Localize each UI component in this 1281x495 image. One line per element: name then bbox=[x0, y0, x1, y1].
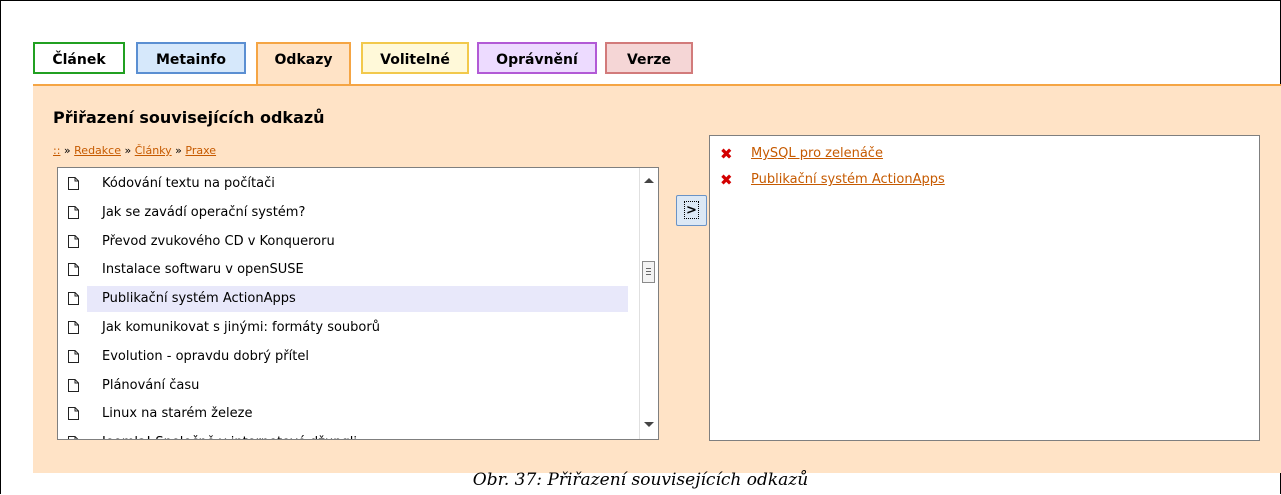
add-link-button[interactable]: > bbox=[676, 195, 707, 226]
breadcrumb-link-redakce[interactable]: Redakce bbox=[74, 144, 121, 157]
breadcrumb-separator: » bbox=[124, 144, 132, 157]
scroll-thumb[interactable] bbox=[642, 261, 655, 283]
scroll-up-arrow-icon[interactable] bbox=[644, 178, 654, 183]
tab-opravneni[interactable]: Oprávnění bbox=[477, 42, 597, 74]
figure-caption: Obr. 37: Přiřazení souvisejících odkazů bbox=[472, 470, 809, 490]
document-icon bbox=[68, 205, 79, 219]
tab-metainfo[interactable]: Metainfo bbox=[136, 42, 246, 74]
list-item-label: Instalace softwaru v openSUSE bbox=[102, 262, 304, 278]
breadcrumb: :: » Redakce » Články » Praxe bbox=[53, 144, 216, 157]
scroll-down-arrow-icon[interactable] bbox=[644, 422, 654, 427]
breadcrumb-root-link[interactable]: :: bbox=[53, 144, 60, 157]
tab-odkazy[interactable]: Odkazy bbox=[256, 42, 351, 84]
list-item-label: Joomla! Společně v internetové džungli bbox=[102, 435, 357, 439]
document-icon bbox=[68, 177, 79, 190]
remove-icon[interactable]: ✖ bbox=[720, 145, 733, 163]
list-item[interactable]: Jak komunikovat s jinými: formáty soubor… bbox=[58, 315, 628, 341]
remove-icon[interactable]: ✖ bbox=[720, 171, 733, 189]
linked-articles-box: ✖ MySQL pro zelenáče ✖ Publikační systém Ac… bbox=[709, 135, 1260, 441]
list-item[interactable]: Joomla! Společně v internetové džungli bbox=[58, 430, 628, 439]
document-icon bbox=[68, 292, 79, 306]
document-icon bbox=[68, 349, 79, 363]
list-item-label: Kódování textu na počítači bbox=[102, 176, 275, 191]
list-item-label: Jak komunikovat s jinými: formáty soubor… bbox=[102, 320, 380, 335]
section-heading: Přiřazení souvisejících odkazů bbox=[53, 108, 325, 127]
breadcrumb-link-praxe[interactable]: Praxe bbox=[185, 144, 216, 157]
list-item[interactable]: Plánování času bbox=[58, 373, 628, 399]
document-icon bbox=[68, 436, 79, 439]
linked-item-link[interactable]: Publikační systém ActionApps bbox=[751, 172, 945, 187]
linked-item-link[interactable]: MySQL pro zelenáče bbox=[751, 146, 883, 161]
list-item[interactable]: Publikační systém ActionApps bbox=[68, 286, 628, 313]
list-item[interactable]: Jak se zavádí operační systém? bbox=[58, 200, 628, 226]
list-item[interactable]: Kódování textu na počítači bbox=[58, 171, 628, 197]
list-item-label: Jak se zavádí operační systém? bbox=[102, 204, 306, 220]
list-item[interactable]: Evolution - opravdu dobrý přítel bbox=[58, 344, 628, 370]
document-icon bbox=[68, 263, 79, 277]
tab-verze[interactable]: Verze bbox=[605, 42, 693, 74]
list-item-label: Plánování času bbox=[102, 377, 200, 393]
breadcrumb-link-clanky[interactable]: Články bbox=[135, 144, 172, 157]
document-icon bbox=[68, 234, 79, 248]
list-item-label: Evolution - opravdu dobrý přítel bbox=[102, 348, 309, 364]
list-item[interactable]: Instalace softwaru v openSUSE bbox=[58, 257, 628, 283]
document-icon bbox=[68, 321, 79, 334]
tab-clanek[interactable]: Článek bbox=[33, 42, 125, 74]
list-item-label: Linux na starém železe bbox=[102, 406, 253, 422]
listbox-scrollbar[interactable] bbox=[639, 168, 658, 439]
list-item[interactable]: Převod zvukového CD v Konqueroru bbox=[58, 229, 628, 255]
breadcrumb-separator: » bbox=[63, 144, 71, 157]
document-icon bbox=[68, 407, 79, 421]
tab-volitelne[interactable]: Volitelné bbox=[361, 42, 469, 74]
article-listbox[interactable]: Joomla! Společně v internetové džungli Li… bbox=[57, 167, 659, 440]
list-item[interactable]: Linux na starém železe bbox=[58, 401, 628, 427]
document-icon bbox=[68, 378, 79, 392]
breadcrumb-separator: » bbox=[175, 144, 182, 157]
list-item-label: Převod zvukového CD v Konqueroru bbox=[102, 233, 335, 249]
add-link-button-label: > bbox=[684, 201, 699, 219]
list-item-label: Publikační systém ActionApps bbox=[102, 291, 296, 307]
